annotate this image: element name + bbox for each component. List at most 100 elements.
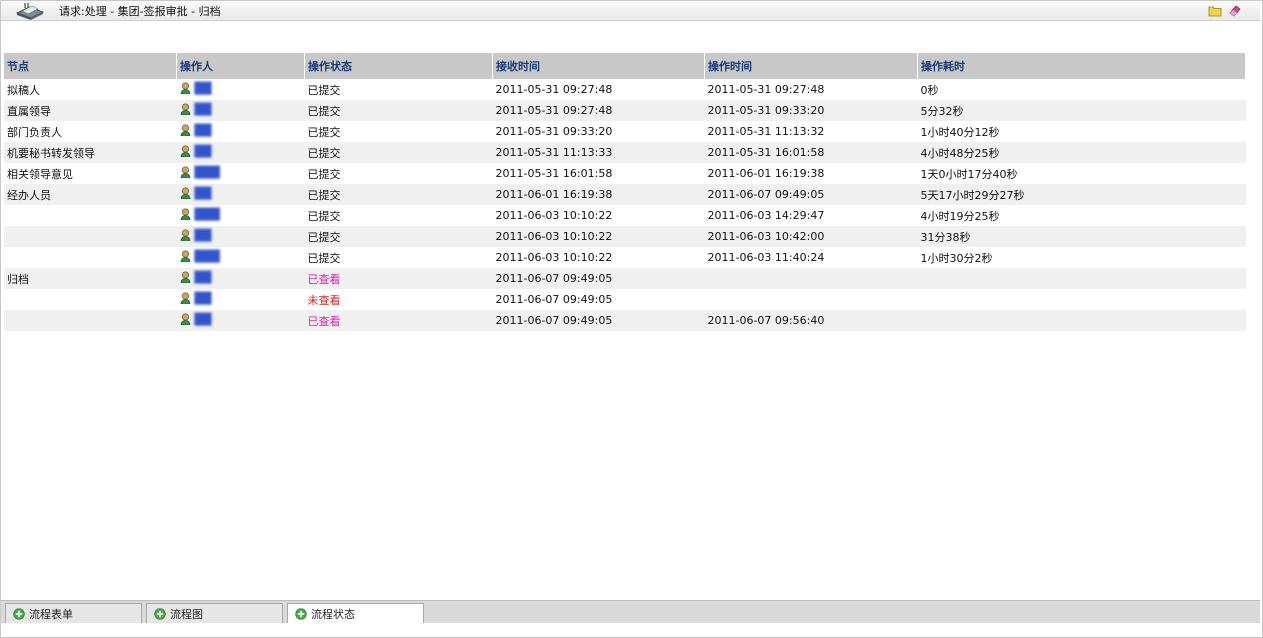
received-time-cell: 2011-05-31 09:27:48: [492, 100, 705, 121]
status-cell: 未查看: [307, 293, 341, 307]
operator-link[interactable]: ██: [195, 229, 212, 242]
eraser-icon[interactable]: [1228, 4, 1242, 17]
table-row: ██ 未查看 2011-06-07 09:49:05: [4, 289, 1246, 310]
operator-cell: ███: [177, 205, 305, 226]
user-icon: [180, 271, 191, 284]
table-row: 部门负责人 ██ 已提交 2011-05-31 09:33:20 2011-05-31 …: [4, 121, 1246, 142]
node-cell: [4, 289, 177, 310]
operated-time-cell: 2011-06-03 14:29:47: [707, 209, 825, 222]
column-header-node: 节点: [4, 53, 177, 79]
table-row: 拟稿人 ██ 已提交 2011-05-31 09:27:48 2011-05-31 09…: [4, 79, 1246, 100]
bottom-tab-bar: 流程表单 流程图 流程状态: [1, 600, 1260, 623]
operator-cell: ██: [177, 79, 305, 100]
title-bar: 请求:处理 - 集团-签报审批 - 归档: [1, 1, 1260, 21]
status-cell: 已查看: [304, 310, 493, 331]
app-logo-icon: [15, 2, 45, 20]
add-circle-icon: [295, 607, 307, 620]
operated-time-cell: 2011-06-07 09:56:40: [704, 310, 918, 331]
operator-link[interactable]: ███: [195, 166, 220, 179]
node-cell: 直属领导: [4, 100, 177, 121]
table-row: ███ 已提交 2011-06-03 10:10:22 2011-06-03 14:2…: [4, 205, 1246, 226]
operator-cell: ██: [176, 184, 305, 205]
tab-label: 流程状态: [311, 607, 355, 621]
node-cell: 经办人员: [4, 184, 177, 205]
operator-link[interactable]: ██: [195, 292, 212, 305]
operator-cell: ██: [176, 268, 305, 289]
received-time-cell: 2011-05-31 09:27:48: [495, 83, 613, 96]
operator-link[interactable]: ██: [195, 103, 212, 116]
user-icon: [180, 187, 191, 200]
duration-cell: [917, 310, 1246, 331]
status-cell: 已提交: [307, 83, 341, 97]
table-row: ███ 已提交 2011-06-03 10:10:22 2011-06-03 11:4…: [4, 247, 1246, 268]
node-cell: 归档: [4, 268, 177, 289]
operator-link[interactable]: ███: [195, 250, 220, 263]
table-row: 归档 ██ 已查看 2011-06-07 09:49:05: [4, 268, 1246, 289]
operated-time-cell: 2011-06-01 16:19:38: [707, 167, 825, 180]
tab-0[interactable]: 流程表单: [5, 603, 142, 623]
node-cell: 机要秘书转发领导: [4, 142, 177, 163]
operated-time-cell: 2011-06-03 10:42:00: [704, 226, 918, 247]
tab-2[interactable]: 流程状态: [287, 603, 424, 623]
status-cell: 已提交: [307, 251, 341, 265]
node-cell: 部门负责人: [7, 125, 62, 139]
node-cell: 相关领导意见: [7, 167, 73, 181]
tab-1[interactable]: 流程图: [146, 603, 283, 623]
received-time-cell: 2011-05-31 11:13:33: [492, 142, 705, 163]
status-cell: 已提交: [304, 226, 493, 247]
user-icon: [180, 208, 191, 221]
operator-cell: ███: [177, 247, 305, 268]
user-icon: [180, 124, 191, 137]
operator-cell: ███: [177, 163, 305, 184]
header-actions: [1208, 4, 1242, 17]
operator-cell: ██: [177, 121, 305, 142]
node-cell: 拟稿人: [7, 83, 40, 97]
table-row: 经办人员 ██ 已提交 2011-06-01 16:19:38 2011-06-07 0…: [4, 184, 1246, 205]
duration-cell: 1小时40分12秒: [920, 125, 1000, 139]
operator-link[interactable]: ██: [195, 145, 212, 158]
operator-link[interactable]: ██: [195, 313, 212, 326]
status-cell: 已提交: [307, 125, 341, 139]
operated-time-cell: 2011-05-31 09:33:20: [704, 100, 918, 121]
operator-link[interactable]: ███: [195, 208, 220, 221]
process-status-table: 节点 操作人 操作状态 接收时间 操作时间 操作耗时 拟稿人 ██ 已提交 2011-…: [4, 53, 1246, 331]
table-row: 机要秘书转发领导 ██ 已提交 2011-05-31 11:13:33 2011-05-…: [4, 142, 1246, 163]
tab-label: 流程图: [170, 607, 203, 621]
user-icon: [180, 250, 191, 263]
folder-icon[interactable]: [1208, 4, 1222, 17]
column-header-duration: 操作耗时: [917, 53, 1246, 79]
status-cell: 已提交: [307, 209, 341, 223]
node-cell: [4, 310, 177, 331]
table-header-row: 节点 操作人 操作状态 接收时间 操作时间 操作耗时: [4, 53, 1246, 79]
operated-time-cell: 2011-05-31 16:01:58: [704, 142, 918, 163]
user-icon: [180, 292, 191, 305]
operator-link[interactable]: ██: [195, 187, 212, 200]
column-header-received-time: 接收时间: [492, 53, 705, 79]
user-icon: [180, 229, 191, 242]
user-icon: [180, 103, 191, 116]
received-time-cell: 2011-05-31 16:01:58: [495, 167, 613, 180]
operator-cell: ██: [177, 289, 305, 310]
page-title: 请求:处理 - 集团-签报审批 - 归档: [59, 4, 221, 18]
operator-link[interactable]: ██: [195, 124, 212, 137]
status-cell: 已提交: [304, 100, 493, 121]
user-icon: [180, 313, 191, 326]
user-icon: [180, 166, 191, 179]
duration-cell: 4小时48分25秒: [917, 142, 1246, 163]
user-icon: [180, 145, 191, 158]
received-time-cell: 2011-06-03 10:10:22: [492, 226, 705, 247]
duration-cell: 31分38秒: [917, 226, 1246, 247]
add-circle-icon: [154, 607, 166, 620]
duration-cell: 0秒: [920, 83, 939, 97]
operated-time-cell: 2011-06-03 11:40:24: [707, 251, 825, 264]
column-header-status: 操作状态: [304, 53, 493, 79]
node-cell: [4, 226, 177, 247]
duration-cell: 5天17小时29分27秒: [917, 184, 1246, 205]
duration-cell: 1天0小时17分40秒: [920, 167, 1018, 181]
operated-time-cell: 2011-05-31 11:13:32: [707, 125, 825, 138]
operator-link[interactable]: ██: [195, 82, 212, 95]
operator-link[interactable]: ██: [195, 271, 212, 284]
duration-cell: [918, 289, 1246, 310]
received-time-cell: 2011-06-03 10:10:22: [495, 251, 613, 264]
table-row: 直属领导 ██ 已提交 2011-05-31 09:27:48 2011-05-31 0…: [4, 100, 1246, 121]
